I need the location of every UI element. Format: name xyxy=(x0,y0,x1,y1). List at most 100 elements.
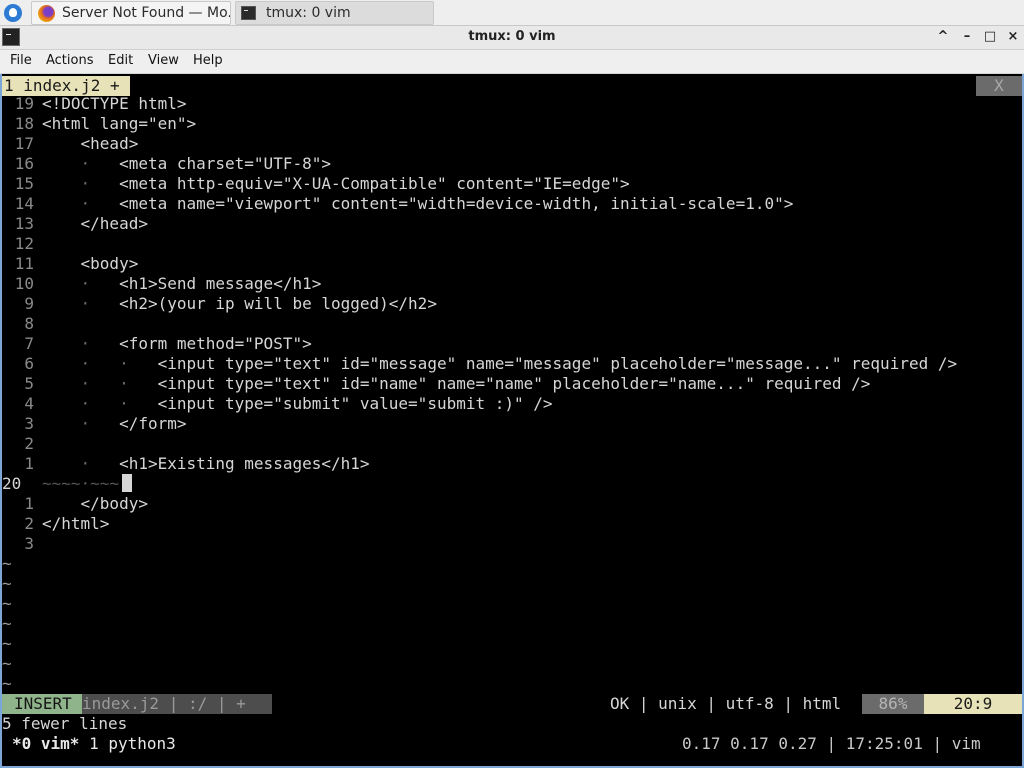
code-text: · <meta charset="UTF-8"> xyxy=(42,154,331,174)
indent-guide: · · xyxy=(42,394,158,413)
taskbar-task-label: tmux: 0 vim xyxy=(266,5,351,21)
indent-guide: · xyxy=(42,274,120,293)
empty-line-marker: ~ xyxy=(2,614,12,633)
line-number: 19 xyxy=(14,94,34,113)
indent-guide: · xyxy=(42,414,120,433)
code-line[interactable]: 3 xyxy=(2,534,1022,554)
menu-view[interactable]: View xyxy=(148,53,179,68)
code-content: <input type="submit" value="submit :)" /… xyxy=(157,394,553,413)
code-text: <body> xyxy=(42,254,139,274)
code-line[interactable]: 15 · <meta http-equiv="X-UA-Compatible" … xyxy=(2,174,1022,194)
code-text: · <h1>Send message</h1> xyxy=(42,274,322,294)
terminal-icon xyxy=(241,6,256,20)
vim-status-info: OK | unix | utf-8 | html xyxy=(610,694,842,713)
code-text: <head> xyxy=(42,134,139,154)
maximize-button[interactable]: □ xyxy=(981,28,999,46)
code-line[interactable]: 2 </html> xyxy=(2,514,1022,534)
code-content: <meta http-equiv="X-UA-Compatible" conte… xyxy=(119,174,630,193)
vim-mode-indicator: INSERT xyxy=(2,694,84,714)
code-line[interactable]: 14 · <meta name="viewport" content="widt… xyxy=(2,194,1022,214)
menu-file[interactable]: File xyxy=(10,53,32,68)
code-line[interactable]: 20 ~~~~·~~~ xyxy=(2,474,1022,494)
code-content: <head> xyxy=(80,134,139,153)
code-text: <!DOCTYPE html> xyxy=(42,94,187,114)
code-line[interactable]: 7 · <form method="POST"> xyxy=(2,334,1022,354)
code-content: <h2>(your ip will be logged)</h2> xyxy=(119,294,437,313)
vim-tab-close[interactable]: X xyxy=(976,76,1022,96)
text-cursor xyxy=(122,474,132,492)
code-line[interactable]: 18 <html lang="en"> xyxy=(2,114,1022,134)
shade-button[interactable]: ^ xyxy=(934,28,952,46)
taskbar-task-terminal[interactable]: tmux: 0 vim xyxy=(235,1,434,25)
menu-help[interactable]: Help xyxy=(193,53,223,68)
terminal-area[interactable]: 1 index.j2 + X 19 <!DOCTYPE html> 18 <html … xyxy=(0,74,1024,768)
code-text: </head> xyxy=(42,214,148,234)
code-content: <meta charset="UTF-8"> xyxy=(119,154,331,173)
line-number: 7 xyxy=(24,334,34,353)
line-number: 9 xyxy=(24,294,34,313)
vim-tab-active[interactable]: 1 index.j2 + xyxy=(2,76,130,96)
line-number: 20 xyxy=(2,474,22,493)
indent-guide: · xyxy=(42,334,120,353)
indent-guide: · · xyxy=(42,374,158,393)
line-number: 3 xyxy=(24,534,34,553)
tmux-window-active[interactable]: *0 vim* xyxy=(12,734,79,753)
code-line[interactable]: 2 xyxy=(2,434,1022,454)
code-text: · · <input type="text" id="name" name="n… xyxy=(42,374,871,394)
code-text: <html lang="en"> xyxy=(42,114,196,134)
code-content: <html lang="en"> xyxy=(42,114,197,133)
tmux-window-item[interactable]: 1 python3 xyxy=(79,734,176,753)
code-line[interactable]: 3 · </form> xyxy=(2,414,1022,434)
code-line[interactable]: 1 </body> xyxy=(2,494,1022,514)
code-line[interactable]: 17 <head> xyxy=(2,134,1022,154)
code-content: <h1>Send message</h1> xyxy=(119,274,322,293)
code-text: · <h2>(your ip will be logged)</h2> xyxy=(42,294,437,314)
empty-line-marker: ~ xyxy=(2,634,12,653)
close-button[interactable]: × xyxy=(1004,28,1022,46)
vim-status-percent: 86% xyxy=(862,694,924,714)
empty-line-marker: ~ xyxy=(2,594,12,613)
code-line[interactable]: 19 <!DOCTYPE html> xyxy=(2,94,1022,114)
code-line[interactable]: 10 · <h1>Send message</h1> xyxy=(2,274,1022,294)
code-text: ~~~~·~~~ xyxy=(42,474,119,494)
minimize-button[interactable]: – xyxy=(958,28,976,46)
start-menu-icon[interactable] xyxy=(4,4,22,22)
menu-actions[interactable]: Actions xyxy=(46,53,94,68)
line-number: 3 xyxy=(24,414,34,433)
taskbar-task-firefox[interactable]: Server Not Found — Mo... xyxy=(31,1,231,25)
code-content: </head> xyxy=(80,214,148,233)
vim-message: 5 fewer lines xyxy=(2,714,128,733)
code-line[interactable]: 11 <body> xyxy=(2,254,1022,274)
indent-guide: · xyxy=(42,294,120,313)
line-number: 10 xyxy=(14,274,34,293)
code-line[interactable]: 6 · · <input type="text" id="message" na… xyxy=(2,354,1022,374)
code-text: · <meta name="viewport" content="width=d… xyxy=(42,194,794,214)
code-line[interactable]: 5 · · <input type="text" id="name" name=… xyxy=(2,374,1022,394)
vim-status-position: 20:9 xyxy=(924,694,1022,714)
indent-guide: · xyxy=(42,154,120,173)
code-line[interactable]: 9 · <h2>(your ip will be logged)</h2> xyxy=(2,294,1022,314)
menu-edit[interactable]: Edit xyxy=(108,53,133,68)
window-titlebar[interactable]: tmux: 0 vim ^ – □ × xyxy=(0,26,1024,50)
code-line[interactable]: 12 xyxy=(2,234,1022,254)
line-number: 17 xyxy=(14,134,34,153)
code-content: </body> xyxy=(80,494,148,513)
line-number: 18 xyxy=(14,114,34,133)
code-text: · <meta http-equiv="X-UA-Compatible" con… xyxy=(42,174,630,194)
code-line[interactable]: 13 </head> xyxy=(2,214,1022,234)
line-number: 6 xyxy=(24,354,34,373)
code-content: <h1>Existing messages</h1> xyxy=(119,454,370,473)
line-number: 1 xyxy=(24,454,34,473)
indent-guide: · xyxy=(42,174,120,193)
code-line[interactable]: 8 xyxy=(2,314,1022,334)
vim-status-file: index.j2 | :/ | + xyxy=(82,694,272,714)
code-line[interactable]: 16 · <meta charset="UTF-8"> xyxy=(2,154,1022,174)
code-line[interactable]: 1 · <h1>Existing messages</h1> xyxy=(2,454,1022,474)
tmux-window-list: *0 vim* 1 python3 xyxy=(12,734,176,754)
empty-line-marker: ~ xyxy=(2,654,12,673)
line-number: 12 xyxy=(14,234,34,253)
code-text: </body> xyxy=(42,494,148,514)
code-line[interactable]: 4 · · <input type="submit" value="submit… xyxy=(2,394,1022,414)
code-content: <input type="text" id="message" name="me… xyxy=(157,354,958,373)
line-number: 13 xyxy=(14,214,34,233)
